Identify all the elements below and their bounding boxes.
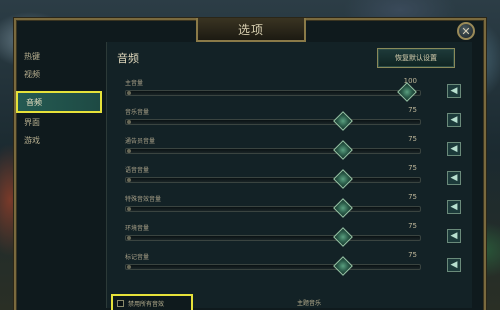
checkbox-label: 禁用所有音效 <box>128 300 165 308</box>
slider-thumb[interactable] <box>397 82 417 102</box>
slider-row-announcer-volume: 通告员音量 75 ◀ <box>121 135 461 160</box>
slider-row-voice-volume: 语音音量 75 ◀ <box>121 164 461 189</box>
slider-label: 音乐音量 <box>125 109 150 116</box>
slider-row-music-volume: 音乐音量 75 ◀ <box>121 106 461 131</box>
slider-track[interactable] <box>125 90 421 96</box>
slider-thumb[interactable] <box>333 256 353 276</box>
slider-thumb[interactable] <box>333 140 353 160</box>
slider-row-ping-volume: 标记音量 75 ◀ <box>121 251 461 276</box>
sidebar-item-game[interactable]: 游戏 <box>16 132 102 149</box>
mute-button[interactable]: ◀ <box>447 229 461 243</box>
mute-button[interactable]: ◀ <box>447 84 461 98</box>
mute-button[interactable]: ◀ <box>447 171 461 185</box>
speaker-icon: ◀ <box>450 114 458 125</box>
speaker-icon: ◀ <box>450 259 458 270</box>
sidebar-item-interface[interactable]: 界面 <box>16 114 102 131</box>
sidebar-item-video[interactable]: 视频 <box>16 66 102 83</box>
sidebar-item-audio[interactable]: 音频 <box>16 91 102 113</box>
slider-label: 主音量 <box>125 80 144 87</box>
mute-button[interactable]: ◀ <box>447 258 461 272</box>
panel-title: 音频 <box>117 52 139 65</box>
slider-row-master-volume: 主音量 100 ◀ <box>121 77 461 102</box>
slider-value: 75 <box>408 193 417 201</box>
slider-thumb[interactable] <box>333 227 353 247</box>
mute-button[interactable]: ◀ <box>447 200 461 214</box>
slider-value: 75 <box>408 106 417 114</box>
speaker-icon: ◀ <box>450 201 458 212</box>
disable-all-sound-toggle[interactable]: 禁用所有音效 <box>111 294 193 310</box>
slider-value: 75 <box>408 135 417 143</box>
slider-row-sfx-volume: 特殊音效音量 75 ◀ <box>121 193 461 218</box>
slider-track[interactable] <box>125 177 421 183</box>
slider-thumb[interactable] <box>333 198 353 218</box>
slider-label: 标记音量 <box>125 254 150 261</box>
sidebar-item-label: 视频 <box>24 70 40 79</box>
slider-track[interactable] <box>125 235 421 241</box>
slider-track[interactable] <box>125 264 421 270</box>
slider-label: 通告员音量 <box>125 138 156 145</box>
speaker-icon: ◀ <box>450 230 458 241</box>
close-icon: ✕ <box>461 24 471 38</box>
slider-track[interactable] <box>125 206 421 212</box>
mute-button[interactable]: ◀ <box>447 113 461 127</box>
dialog-title: 选项 <box>196 18 306 42</box>
slider-label: 环境音量 <box>125 225 150 232</box>
slider-row-ambient-volume: 环境音量 75 ◀ <box>121 222 461 247</box>
slider-value: 75 <box>408 251 417 259</box>
checkbox[interactable] <box>117 299 124 307</box>
slider-label: 特殊音效音量 <box>125 196 162 203</box>
sidebar-item-label: 热键 <box>24 52 40 61</box>
music-section-label: 主题音乐 <box>297 300 322 307</box>
sidebar-item-label: 界面 <box>24 118 40 127</box>
slider-value: 75 <box>408 164 417 172</box>
slider-thumb[interactable] <box>333 111 353 131</box>
speaker-icon: ◀ <box>450 172 458 183</box>
mute-button[interactable]: ◀ <box>447 142 461 156</box>
sidebar-item-label: 音频 <box>26 97 42 107</box>
slider-label: 语音音量 <box>125 167 150 174</box>
slider-value: 75 <box>408 222 417 230</box>
slider-track[interactable] <box>125 119 421 125</box>
audio-settings-panel: 音频 恢复默认设置 主音量 100 ◀ 音乐音量 75 ◀ 通告员音量 75 ◀… <box>106 42 472 310</box>
options-sidebar: 热键 视频 音频 界面 游戏 <box>16 42 108 308</box>
slider-track[interactable] <box>125 148 421 154</box>
close-button[interactable]: ✕ <box>457 22 475 40</box>
restore-defaults-button[interactable]: 恢复默认设置 <box>377 48 455 68</box>
sidebar-item-label: 游戏 <box>24 136 40 145</box>
speaker-icon: ◀ <box>450 143 458 154</box>
sidebar-item-hotkeys[interactable]: 热键 <box>16 48 102 65</box>
slider-thumb[interactable] <box>333 169 353 189</box>
speaker-icon: ◀ <box>450 85 458 96</box>
